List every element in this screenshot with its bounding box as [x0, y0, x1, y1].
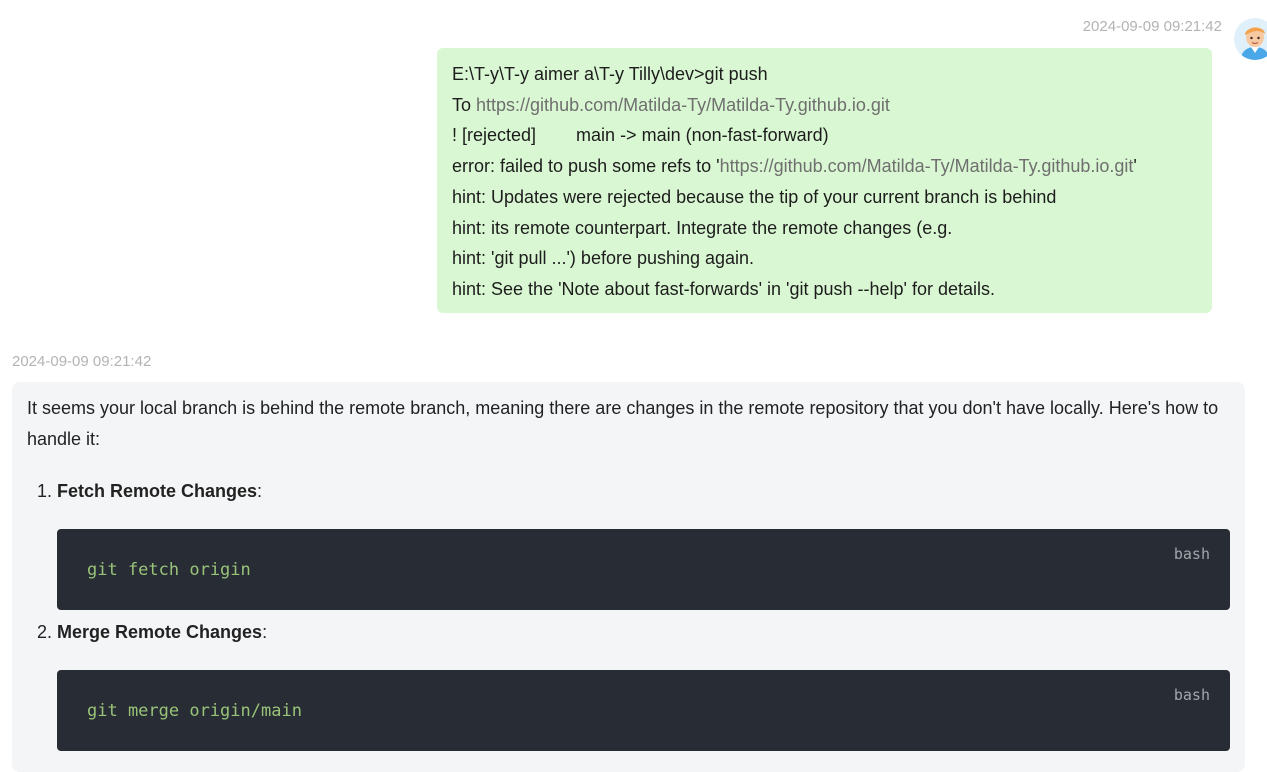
step-item: Merge Remote Changes: bash git merge ori…: [57, 617, 1230, 751]
terminal-line: hint: 'git pull ...') before pushing aga…: [452, 248, 755, 269]
terminal-line: hint: Updates were rejected because the …: [452, 186, 1057, 207]
steps-list: Fetch Remote Changes: bash git fetch ori…: [27, 476, 1230, 751]
assistant-message-bubble: It seems your local branch is behind the…: [12, 382, 1245, 772]
step-title: Fetch Remote Changes: [57, 481, 258, 501]
user-message-bubble: E:\T-y\T-y aimer a\T-y Tilly\dev>git pus…: [437, 48, 1212, 313]
step-item: Fetch Remote Changes: bash git fetch ori…: [57, 476, 1230, 610]
step-title-suffix: :: [262, 622, 268, 642]
code-block: bash git fetch origin: [57, 529, 1230, 610]
assistant-intro-text: It seems your local branch is behind the…: [27, 398, 1219, 449]
code-language-label: bash: [1173, 545, 1210, 563]
step-title: Merge Remote Changes: [57, 622, 263, 642]
line-prefix: To: [452, 94, 477, 115]
assistant-message-timestamp: 2024-09-09 09:21:42: [12, 353, 152, 370]
user-avatar-icon[interactable]: [1234, 18, 1267, 60]
user-message-timestamp: 2024-09-09 09:21:42: [1082, 18, 1222, 35]
line-suffix: ': [1133, 156, 1137, 177]
terminal-line: ! [rejected] main -> main (non-fast-forw…: [452, 125, 829, 146]
terminal-line: error: failed to push some refs to 'http…: [452, 151, 1197, 182]
terminal-line: hint: its remote counterpart. Integrate …: [452, 217, 953, 238]
code-language-label: bash: [1173, 686, 1210, 704]
terminal-line: E:\T-y\T-y aimer a\T-y Tilly\dev>git pus…: [452, 64, 768, 84]
line-prefix: error: failed to push some refs to ': [452, 156, 720, 177]
code-block: bash git merge origin/main: [57, 670, 1230, 751]
code-content[interactable]: git merge origin/main: [87, 701, 302, 721]
terminal-line: hint: See the 'Note about fast-forwards'…: [452, 278, 996, 299]
code-content[interactable]: git fetch origin: [87, 560, 251, 580]
repo-link[interactable]: https://github.com/Matilda-Ty/Matilda-Ty…: [720, 156, 1134, 176]
terminal-line: To https://github.com/Matilda-Ty/Matilda…: [452, 90, 1197, 121]
repo-link[interactable]: https://github.com/Matilda-Ty/Matilda-Ty…: [476, 95, 890, 115]
step-title-suffix: :: [257, 481, 263, 501]
